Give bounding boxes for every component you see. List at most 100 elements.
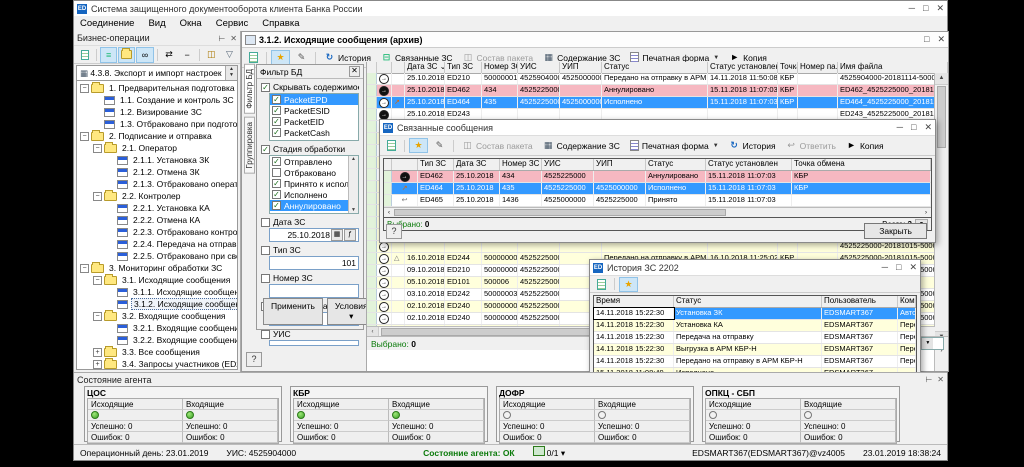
menu-item-0[interactable]: Соединение	[80, 18, 134, 29]
star-button[interactable]: ★	[409, 138, 428, 153]
column-header[interactable]: Статус установлен	[708, 62, 778, 73]
refresh-button[interactable]	[593, 277, 610, 292]
row-selector[interactable]	[367, 229, 377, 240]
unchecked-checkbox[interactable]	[261, 330, 270, 339]
tab-filter-db[interactable]: Фильтр БД	[244, 64, 255, 114]
tree-item[interactable]: 2.2.1. Установка КА	[77, 202, 237, 214]
column-header-blank[interactable]	[367, 62, 377, 73]
копия-button[interactable]: ►Копия	[842, 138, 888, 153]
help-button[interactable]: ?	[246, 352, 262, 367]
row-selector[interactable]	[367, 181, 377, 192]
column-header[interactable]: Комментарий	[898, 296, 916, 307]
close-icon[interactable]: ✕	[230, 34, 237, 43]
close-icon[interactable]: ✕	[909, 262, 917, 273]
maximize-icon[interactable]: □	[923, 3, 928, 14]
collapse-icon[interactable]: −	[93, 192, 102, 201]
tree-item[interactable]: −3. Мониторинг обработки ЗС	[77, 262, 237, 274]
filter-field-input[interactable]: 25.10.2018▦ƒ	[269, 228, 359, 242]
pin-icon[interactable]: ⊥	[217, 35, 226, 42]
checked-checkbox[interactable]: ✓	[272, 106, 281, 115]
stage-checkbox[interactable]: ✓Стадия обработки	[261, 144, 359, 154]
row-selector[interactable]	[367, 289, 377, 300]
tree-item[interactable]: 1.3. Отбраковано при подготовке	[77, 118, 237, 130]
checked-checkbox[interactable]: ✓	[272, 95, 281, 104]
содержание-зс-button[interactable]: ▦Содержание ЗС	[539, 138, 624, 153]
row-selector[interactable]	[367, 217, 377, 228]
tree-item[interactable]: 2.1.2. Отмена ЗК	[77, 166, 237, 178]
column-header[interactable]: УИП	[594, 159, 646, 170]
history-row[interactable]: 14.11.2018 15:22:30Установка ЗКEDSMART36…	[594, 308, 916, 320]
unchecked-checkbox[interactable]	[272, 168, 281, 177]
column-header[interactable]: Точка обмена	[792, 159, 931, 170]
packet-type-list[interactable]: ✓PacketEPD✓PacketESID✓PacketEID✓PacketCa…	[269, 93, 359, 141]
expand-icon[interactable]: +	[93, 348, 102, 357]
pencil-button[interactable]: ✎	[430, 138, 449, 153]
checked-checkbox[interactable]: ✓	[272, 190, 281, 199]
filter-field-checkbox[interactable]: Тип ЗС	[261, 245, 359, 255]
swap-icon[interactable]: ⇄	[160, 47, 177, 63]
history-row[interactable]: 14.11.2018 15:22:30Передача на отправкуE…	[594, 332, 916, 344]
collapse-icon[interactable]: −	[93, 144, 102, 153]
table-row[interactable]: →↗25.10.2018ED46443545252250004525000000…	[367, 97, 935, 109]
star-button[interactable]: ★	[271, 50, 290, 65]
печатная-форма-button[interactable]: Печатная форма▼	[626, 138, 723, 153]
minimize-icon[interactable]: ─	[897, 122, 903, 133]
collapse-icon[interactable]: −	[80, 264, 89, 273]
folder-view-icon[interactable]	[118, 47, 135, 63]
filter-field-checkbox[interactable]: Дата ЗС	[261, 217, 359, 227]
vertical-scrollbar[interactable]: ▲▼ ›	[934, 73, 948, 371]
filter-icon[interactable]: ▽	[221, 47, 238, 63]
row-selector[interactable]	[367, 85, 377, 96]
agent-counter[interactable]: 0/1 ▾	[533, 446, 565, 459]
maximize-icon[interactable]: □	[924, 34, 929, 45]
menu-item-2[interactable]: Окна	[180, 18, 202, 29]
column-header[interactable]: Время	[594, 296, 674, 307]
tree-item[interactable]: 2.1.3. Отбраковано оператором	[77, 178, 237, 190]
filter-field-input[interactable]: 101	[269, 256, 359, 270]
column-header[interactable]: УИП	[560, 62, 602, 73]
tree-item[interactable]: +3.3. Все сообщения	[77, 346, 237, 358]
column-header[interactable]: Статус	[602, 62, 708, 73]
column-header[interactable]: Статус	[646, 159, 706, 170]
history-row[interactable]: 14.11.2018 15:22:30Установка КАEDSMART36…	[594, 320, 916, 332]
column-header[interactable]: Тип ЗС	[445, 62, 482, 73]
pencil-button[interactable]: ✎	[292, 50, 311, 65]
close-icon[interactable]: ✕	[937, 375, 944, 384]
table-row[interactable]: →25.10.2018ED4624344525225000Аннулирован…	[367, 85, 935, 97]
stage-list[interactable]: ✓ОтправленоОтбраковано✓Принято к исполне…	[269, 155, 359, 214]
maximize-icon[interactable]: □	[896, 262, 901, 273]
checked-checkbox[interactable]: ✓	[272, 179, 281, 188]
calendar-icon[interactable]: ▦	[331, 229, 343, 241]
filter-field-checkbox[interactable]: Номер ЗС	[261, 273, 359, 283]
row-selector[interactable]	[367, 277, 377, 288]
collapse-icon[interactable]: −	[93, 276, 102, 285]
linked-row[interactable]: ↩ED46525.10.2018143645250000004525225000…	[384, 195, 931, 207]
menu-item-3[interactable]: Сервис	[216, 18, 249, 29]
checked-checkbox[interactable]: ✓	[272, 117, 281, 126]
row-selector[interactable]	[367, 109, 377, 120]
history-row[interactable]: 14.11.2018 15:22:30Выгрузка в АРМ КБР-НE…	[594, 344, 916, 356]
row-selector[interactable]	[367, 121, 377, 132]
page-button[interactable]	[383, 138, 400, 153]
tree-item[interactable]: −2.1. Оператор	[77, 142, 237, 154]
history-row[interactable]: 14.11.2018 15:22:30Передано на отправку …	[594, 356, 916, 368]
filter-field-input[interactable]	[269, 340, 359, 346]
tree-item[interactable]: 2.2.4. Передача на отправку	[77, 238, 237, 250]
row-selector[interactable]	[367, 157, 377, 168]
linked-row[interactable]: ↗ED46425.10.201843545252250004525000000И…	[384, 183, 931, 195]
row-selector[interactable]	[367, 169, 377, 180]
filter-list-item[interactable]: ✓Принято к исполнень	[270, 178, 358, 189]
filter-field-input[interactable]	[269, 284, 359, 298]
menu-item-4[interactable]: Справка	[262, 18, 299, 29]
book-icon[interactable]: ◫	[203, 47, 220, 63]
row-selector[interactable]	[384, 195, 392, 206]
column-header[interactable]: Номер ЗС	[500, 159, 542, 170]
chevron-down-icon[interactable]: ▼	[713, 55, 719, 61]
tree-item[interactable]: 3.2.1. Входящие сообщения дня	[77, 322, 237, 334]
filter-field-checkbox[interactable]: УИС	[261, 329, 359, 339]
row-selector[interactable]	[367, 193, 377, 204]
filter-list-item[interactable]: ✓Отправлено	[270, 156, 358, 167]
column-header[interactable]: Тип ЗС	[418, 159, 454, 170]
close-icon[interactable]: ✕	[936, 3, 944, 14]
tree-item[interactable]: 2.1.1. Установка ЗК	[77, 154, 237, 166]
